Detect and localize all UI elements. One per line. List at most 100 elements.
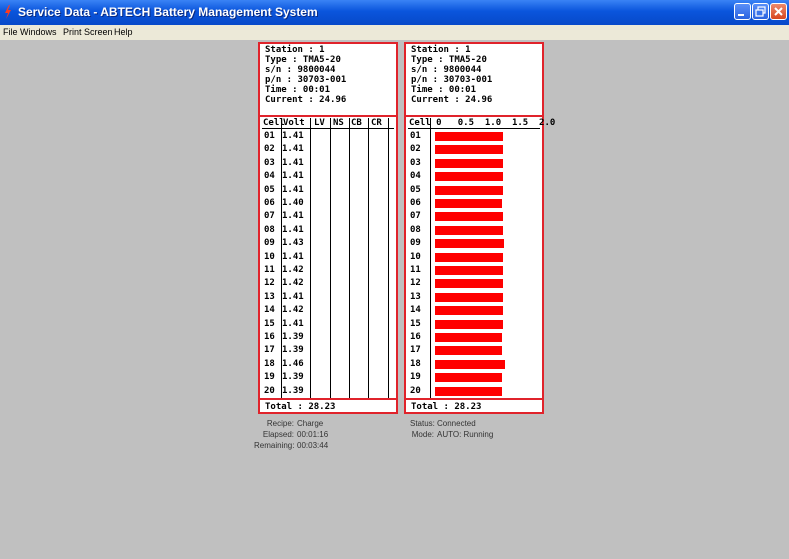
bar-row: 19: [410, 371, 538, 383]
cell-number: 05: [410, 184, 421, 195]
minimize-icon: [738, 14, 744, 16]
bar-row: 07: [410, 210, 538, 222]
total-voltage: Total : 28.23: [265, 402, 336, 412]
cell-voltage: 1.41: [282, 291, 304, 302]
cell-voltage: 1.43: [282, 238, 304, 249]
voltage-bar: [435, 266, 504, 275]
cell-number: 13: [410, 291, 421, 302]
column-header-lv: LV: [314, 118, 325, 128]
menu-file[interactable]: File: [3, 27, 18, 37]
bar-row: 01: [410, 130, 538, 142]
cell-voltage: 1.41: [282, 251, 304, 262]
title-bar: Service Data - ABTECH Battery Management…: [0, 0, 789, 25]
process-status-right: Status: Connected Mode: AUTO: Running: [410, 418, 493, 440]
station-label: Station : 1: [265, 45, 325, 55]
voltage-bar: [435, 292, 503, 302]
cell-number: 10: [264, 251, 275, 262]
cell-voltage: 1.41: [282, 184, 304, 195]
bar-row: 05: [410, 184, 538, 196]
cell-number: 12: [264, 278, 275, 289]
voltage-bar: [435, 185, 503, 195]
voltage-bar: [435, 386, 502, 396]
voltage-bar: [435, 306, 504, 316]
mode-label: Mode:: [411, 430, 434, 439]
serial-number-label: s/n : 9800044: [411, 65, 482, 75]
divider: [260, 398, 396, 400]
cell-voltage: 1.42: [282, 305, 304, 316]
cell-number: 10: [410, 251, 421, 262]
voltage-bar: [435, 225, 503, 235]
current-label: Current : 24.96: [411, 95, 493, 105]
restore-icon: [755, 6, 766, 17]
column-separator: [368, 118, 369, 398]
type-label: Type : TMA5-20: [411, 55, 487, 65]
time-label: Time : 00:01: [411, 85, 477, 95]
cell-number: 08: [410, 224, 421, 235]
cell-number: 06: [264, 198, 275, 208]
type-label: Type : TMA5-20: [265, 55, 341, 65]
cell-number: 17: [264, 345, 275, 356]
cell-number: 20: [264, 385, 275, 396]
time-label: Time : 00:01: [265, 85, 331, 95]
column-separator: [388, 118, 389, 398]
cell-number: 18: [264, 358, 275, 369]
voltage-bar: [435, 172, 503, 182]
cell-voltage: 1.42: [282, 265, 304, 275]
cell-number: 11: [264, 265, 275, 275]
part-number-label: p/n : 30703-001: [265, 75, 347, 85]
recipe-label: Recipe:: [266, 419, 294, 428]
cell-number: 13: [264, 291, 275, 302]
cell-voltage: 1.42: [282, 278, 304, 289]
voltage-bar: [435, 333, 502, 342]
cell-voltage: 1.39: [282, 385, 304, 396]
bar-row: 14: [410, 304, 538, 316]
remaining-value: 00:03:44: [297, 441, 329, 450]
cell-voltage: 1.41: [282, 211, 304, 222]
cell-voltage-bar-panel: Station : 1 Type : TMA5-20 s/n : 9800044…: [404, 42, 555, 414]
station-info: Station : 1 Type : TMA5-20 s/n : 9800044…: [411, 45, 492, 105]
minimize-button[interactable]: [734, 3, 751, 20]
cell-number: 01: [264, 131, 275, 141]
voltage-bar: [435, 212, 503, 222]
cell-number: 18: [410, 358, 421, 369]
bar-row: 13: [410, 291, 538, 303]
bar-row: 02: [410, 143, 538, 155]
column-separator: [330, 118, 331, 398]
bar-row: 18: [410, 358, 538, 370]
menu-help[interactable]: Help: [114, 27, 133, 37]
cell-number: 14: [410, 305, 421, 316]
cell-number: 05: [264, 184, 275, 195]
current-label: Current : 24.96: [265, 95, 347, 105]
cell-number: 12: [410, 278, 421, 289]
close-button[interactable]: [770, 3, 787, 20]
cell-number: 17: [410, 345, 421, 356]
column-separator: [310, 118, 311, 398]
header-underline: [408, 128, 540, 129]
maximize-button[interactable]: [752, 3, 769, 20]
station-label: Station : 1: [411, 45, 471, 55]
battery-app-icon: [5, 5, 11, 19]
cell-number: 03: [410, 157, 421, 168]
voltage-bar: [435, 199, 503, 208]
cell-number: 09: [264, 238, 275, 249]
cell-voltage: 1.39: [282, 332, 304, 342]
cell-number: 07: [264, 211, 275, 222]
menu-print-screen[interactable]: Print Screen: [63, 27, 113, 37]
bar-row: 10: [410, 251, 538, 263]
mode-value: AUTO: Running: [437, 430, 494, 439]
bar-row: 09: [410, 237, 538, 249]
cell-number: 16: [264, 332, 275, 342]
bar-row: 04: [410, 170, 538, 182]
bar-row: 03: [410, 157, 538, 169]
bar-row: 15: [410, 318, 538, 330]
menu-windows[interactable]: Windows: [20, 27, 57, 37]
voltage-bar: [435, 359, 506, 369]
menu-bar: File Windows Print Screen Help: [0, 25, 789, 40]
elapsed-value: 00:01:16: [297, 430, 329, 439]
cell-number: 07: [410, 211, 421, 222]
bar-row: 17: [410, 344, 538, 356]
bar-row: 16: [410, 331, 538, 343]
cell-number: 19: [264, 372, 275, 383]
bar-row: 08: [410, 224, 538, 236]
cell-voltage: 1.41: [282, 318, 304, 329]
